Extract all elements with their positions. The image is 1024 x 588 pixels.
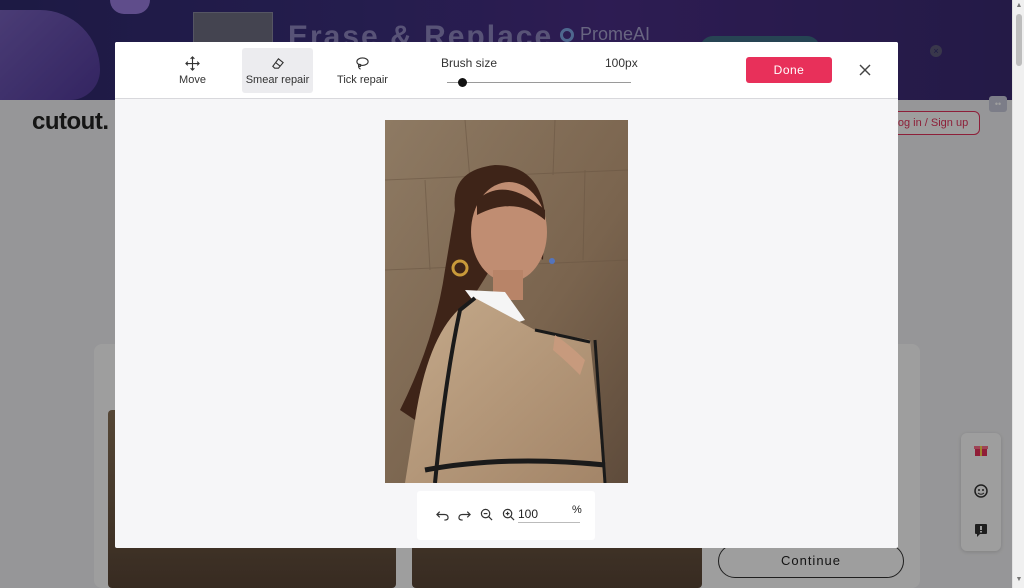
scroll-down-icon[interactable]: ▼	[1013, 576, 1024, 586]
brush-size-value: 100px	[605, 56, 638, 70]
tool-smear-repair[interactable]: Smear repair	[242, 48, 313, 93]
eraser-icon	[270, 55, 286, 71]
brush-size-label: Brush size	[441, 56, 498, 70]
zoom-in-icon[interactable]	[500, 506, 516, 522]
repair-editor-modal: Move Smear repair Tick repair Brush size…	[115, 42, 898, 548]
page-scrollbar[interactable]: ▲ ▼	[1012, 0, 1024, 588]
lasso-icon	[355, 55, 371, 71]
tool-move[interactable]: Move	[165, 48, 220, 93]
brush-size-slider-handle[interactable]	[457, 78, 467, 87]
tool-label: Move	[179, 74, 206, 86]
zoom-level-input[interactable]	[518, 505, 580, 523]
zoom-unit: %	[572, 504, 582, 516]
move-arrows-icon	[185, 55, 201, 71]
undo-icon[interactable]	[434, 506, 450, 522]
zoom-controls: %	[417, 491, 595, 540]
tool-tick-repair[interactable]: Tick repair	[327, 48, 398, 93]
zoom-out-icon[interactable]	[478, 506, 494, 522]
redo-icon[interactable]	[456, 506, 472, 522]
tool-label: Smear repair	[245, 74, 310, 86]
close-icon[interactable]	[855, 60, 875, 80]
brush-size-slider[interactable]	[447, 82, 631, 83]
editor-toolbar: Move Smear repair Tick repair Brush size…	[115, 42, 898, 99]
editing-canvas-image[interactable]	[385, 120, 628, 483]
tool-label: Tick repair	[337, 74, 388, 86]
scroll-up-icon[interactable]: ▲	[1013, 2, 1024, 12]
done-button[interactable]: Done	[746, 57, 832, 83]
scrollbar-thumb[interactable]	[1016, 14, 1022, 66]
